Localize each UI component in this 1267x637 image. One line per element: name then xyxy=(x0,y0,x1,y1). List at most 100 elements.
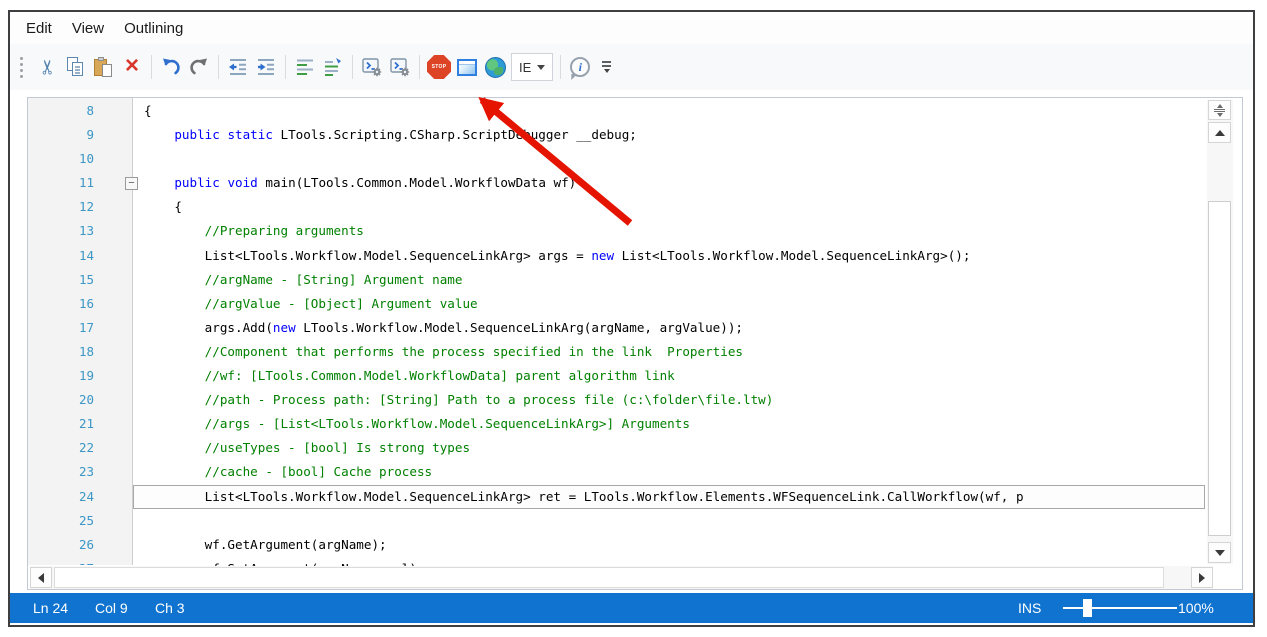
line-number-10: 10 xyxy=(28,147,94,171)
code-line-22[interactable]: //useTypes - [bool] Is strong types xyxy=(133,436,1205,460)
line-number-25: 25 xyxy=(28,509,94,533)
code-line-10[interactable] xyxy=(133,147,1205,171)
stop-button[interactable]: STOP xyxy=(425,53,453,81)
delete-icon: × xyxy=(125,54,139,78)
vertical-scrollbar[interactable] xyxy=(1207,100,1233,564)
splitter-handle[interactable] xyxy=(1208,100,1231,120)
line-number-27: 27 xyxy=(28,557,94,565)
horizontal-scrollbar[interactable] xyxy=(30,566,1213,589)
redo-icon xyxy=(188,56,210,78)
line-number-8: 8 xyxy=(28,99,94,123)
code-line-25[interactable] xyxy=(133,509,1205,533)
horizontal-scroll-thumb[interactable] xyxy=(54,567,1164,588)
toolbar-separator xyxy=(419,55,420,79)
script-settings-button[interactable] xyxy=(358,53,386,81)
redo-button[interactable] xyxy=(185,53,213,81)
line-number-22: 22 xyxy=(28,436,94,460)
line-number-9: 9 xyxy=(28,123,94,147)
undo-button[interactable] xyxy=(157,53,185,81)
globe-button[interactable] xyxy=(481,53,509,81)
increase-indent-button[interactable] xyxy=(252,53,280,81)
code-editor[interactable]: 89101112131415161718192021222324252627 {… xyxy=(27,97,1243,590)
toolbar-separator xyxy=(285,55,286,79)
stop-icon: STOP xyxy=(427,55,451,79)
line-number-14: 14 xyxy=(28,244,94,268)
line-number-23: 23 xyxy=(28,460,94,484)
browser-select-value: IE xyxy=(519,60,531,75)
help-button[interactable]: i xyxy=(566,53,594,81)
menu-outlining[interactable]: Outlining xyxy=(118,16,195,41)
script-settings-icon xyxy=(361,56,383,78)
line-number-19: 19 xyxy=(28,364,94,388)
toolbar-separator xyxy=(560,55,561,79)
line-number-24: 24 xyxy=(28,485,94,509)
zoom-level: 100% xyxy=(1178,600,1214,616)
decrease-indent-icon xyxy=(227,56,249,78)
line-number-gutter: 89101112131415161718192021222324252627 xyxy=(28,98,132,565)
code-line-17[interactable]: args.Add(new LTools.Workflow.Model.Seque… xyxy=(133,316,1205,340)
scroll-right-button[interactable] xyxy=(1191,567,1213,588)
line-number-15: 15 xyxy=(28,268,94,292)
browser-window-button[interactable] xyxy=(453,53,481,81)
copy-button[interactable] xyxy=(62,53,90,81)
status-line: Ln 24 xyxy=(33,600,68,616)
menu-edit[interactable]: Edit xyxy=(20,16,64,41)
zoom-slider[interactable] xyxy=(1063,607,1177,609)
code-line-13[interactable]: //Preparing arguments xyxy=(133,219,1205,243)
chevron-down-icon xyxy=(537,65,545,70)
line-number-17: 17 xyxy=(28,316,94,340)
scroll-down-button[interactable] xyxy=(1208,542,1231,563)
code-line-15[interactable]: //argName - [String] Argument name xyxy=(133,268,1205,292)
line-number-21: 21 xyxy=(28,412,94,436)
scroll-left-button[interactable] xyxy=(30,567,52,588)
zoom-slider-thumb[interactable] xyxy=(1083,599,1092,617)
code-line-27[interactable]: wf.SetArgument(argName, val); xyxy=(133,557,1205,566)
format-selection-button[interactable] xyxy=(319,53,347,81)
arrow-down-icon xyxy=(1215,550,1225,556)
toolbar-separator xyxy=(151,55,152,79)
info-balloon-icon: i xyxy=(570,57,590,77)
line-number-16: 16 xyxy=(28,292,94,316)
status-bar: Ln 24 Col 9 Ch 3 INS 100% xyxy=(10,593,1253,623)
code-line-23[interactable]: //cache - [bool] Cache process xyxy=(133,460,1205,484)
undo-icon xyxy=(160,56,182,78)
code-line-8[interactable]: { xyxy=(133,99,1205,123)
format-document-icon xyxy=(294,56,316,78)
code-line-18[interactable]: //Component that performs the process sp… xyxy=(133,340,1205,364)
cut-icon: ✂ xyxy=(38,59,58,76)
toolbar-overflow-button[interactable] xyxy=(602,61,611,72)
paste-icon xyxy=(94,57,114,78)
script-settings-2-button[interactable] xyxy=(386,53,414,81)
delete-button[interactable]: × xyxy=(118,53,146,81)
code-lines[interactable]: { public static LTools.Scripting.CSharp.… xyxy=(133,98,1205,566)
code-line-24[interactable]: List<LTools.Workflow.Model.SequenceLinkA… xyxy=(133,485,1205,509)
arrow-right-icon xyxy=(1199,573,1205,583)
browser-select-dropdown[interactable]: IE xyxy=(511,53,553,81)
code-line-11[interactable]: public void main(LTools.Common.Model.Wor… xyxy=(133,171,1205,195)
vertical-scroll-thumb[interactable] xyxy=(1208,201,1231,536)
copy-icon xyxy=(66,57,86,77)
code-line-14[interactable]: List<LTools.Workflow.Model.SequenceLinkA… xyxy=(133,244,1205,268)
scroll-up-button[interactable] xyxy=(1208,122,1231,143)
code-line-12[interactable]: { xyxy=(133,195,1205,219)
code-line-21[interactable]: //args - [List<LTools.Workflow.Model.Seq… xyxy=(133,412,1205,436)
code-line-16[interactable]: //argValue - [Object] Argument value xyxy=(133,292,1205,316)
menu-view[interactable]: View xyxy=(66,16,116,41)
format-document-button[interactable] xyxy=(291,53,319,81)
collapse-toggle[interactable]: − xyxy=(125,177,138,190)
cut-button[interactable]: ✂ xyxy=(34,53,62,81)
toolbar-grip-icon[interactable] xyxy=(20,54,26,80)
globe-icon xyxy=(485,57,506,78)
line-number-18: 18 xyxy=(28,340,94,364)
status-char: Ch 3 xyxy=(155,600,185,616)
decrease-indent-button[interactable] xyxy=(224,53,252,81)
increase-indent-icon xyxy=(255,56,277,78)
format-selection-icon xyxy=(322,56,344,78)
script-editor-window: Edit View Outlining ✂ × xyxy=(8,10,1255,627)
line-number-12: 12 xyxy=(28,195,94,219)
code-line-19[interactable]: //wf: [LTools.Common.Model.WorkflowData]… xyxy=(133,364,1205,388)
code-line-20[interactable]: //path - Process path: [String] Path to … xyxy=(133,388,1205,412)
code-line-26[interactable]: wf.GetArgument(argName); xyxy=(133,533,1205,557)
paste-button[interactable] xyxy=(90,53,118,81)
code-line-9[interactable]: public static LTools.Scripting.CSharp.Sc… xyxy=(133,123,1205,147)
